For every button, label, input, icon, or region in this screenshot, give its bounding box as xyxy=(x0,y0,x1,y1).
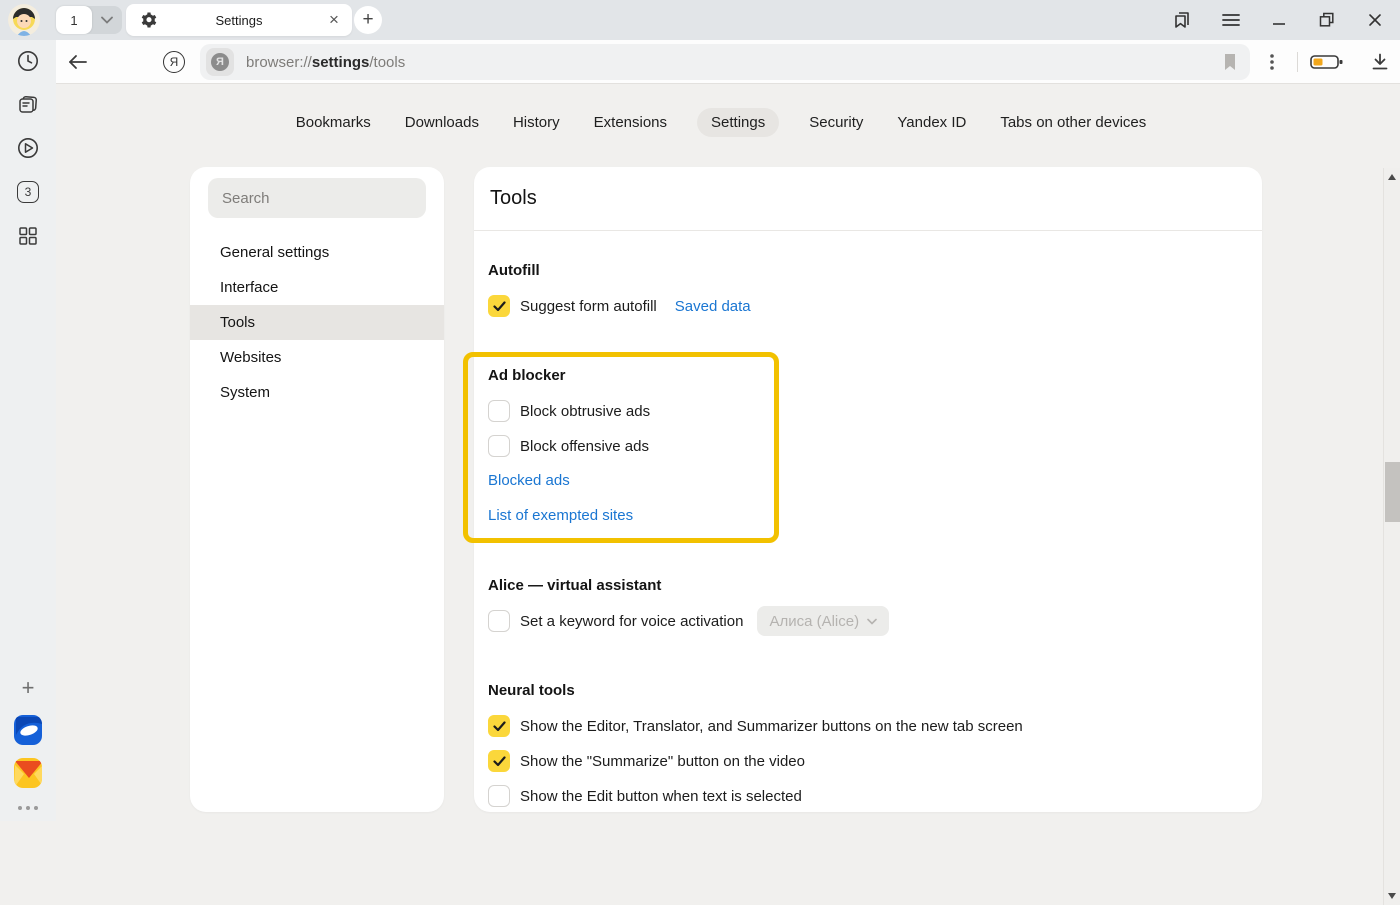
services-grid-icon[interactable] xyxy=(14,222,42,250)
saved-data-link[interactable]: Saved data xyxy=(675,298,751,315)
search-input[interactable] xyxy=(208,178,426,218)
tab-counter-control[interactable]: 1 xyxy=(56,6,122,34)
alice-keyword-label: Set a keyword for voice activation xyxy=(520,613,743,630)
editor-buttons-label: Show the Editor, Translator, and Summari… xyxy=(520,718,1023,735)
exempted-sites-link[interactable]: List of exempted sites xyxy=(488,506,633,526)
title-divider xyxy=(474,230,1262,231)
tab-title: Settings xyxy=(158,13,320,28)
side-rail: 3 + xyxy=(0,40,56,821)
yandex-search-icon[interactable]: Я xyxy=(160,48,188,76)
address-bar[interactable]: Я browser://settings/tools xyxy=(200,44,1250,80)
tools-settings-card: Tools Autofill Suggest form autofill Sav… xyxy=(474,167,1262,812)
scrollbar-down-arrow-icon[interactable] xyxy=(1388,893,1396,899)
block-offensive-checkbox[interactable] xyxy=(488,435,510,457)
block-offensive-label: Block offensive ads xyxy=(520,438,649,455)
block-obtrusive-checkbox[interactable] xyxy=(488,400,510,422)
window-titlebar: 1 Settings × + xyxy=(0,0,1400,40)
video-play-icon[interactable] xyxy=(14,134,42,162)
tab-close-icon[interactable]: × xyxy=(320,6,348,34)
nav-settings[interactable]: Settings xyxy=(697,108,779,137)
page-title: Tools xyxy=(490,167,537,230)
neural-tools-heading: Neural tools xyxy=(488,681,575,701)
adblocker-heading: Ad blocker xyxy=(488,366,566,386)
editor-buttons-checkbox[interactable] xyxy=(488,715,510,737)
site-icon: Я xyxy=(206,48,234,76)
menu-item-general-settings[interactable]: General settings xyxy=(190,235,444,270)
nav-yandex-id[interactable]: Yandex ID xyxy=(893,108,970,137)
nav-security[interactable]: Security xyxy=(805,108,867,137)
menu-item-system[interactable]: System xyxy=(190,375,444,410)
history-clock-icon[interactable] xyxy=(14,47,42,75)
summarize-video-label: Show the "Summarize" button on the video xyxy=(520,753,805,770)
minimize-icon[interactable] xyxy=(1267,8,1291,32)
bookmark-flag-icon[interactable] xyxy=(1220,52,1240,72)
settings-sidebar-card: General settings Interface Tools Website… xyxy=(190,167,444,812)
block-obtrusive-row: Block obtrusive ads xyxy=(488,393,650,429)
autofill-heading: Autofill xyxy=(488,261,540,281)
restore-icon[interactable] xyxy=(1315,8,1339,32)
scrollbar-thumb[interactable] xyxy=(1385,462,1400,522)
edit-button-row: Show the Edit button when text is select… xyxy=(488,778,802,814)
yandex-mail-app-icon[interactable] xyxy=(14,759,42,787)
summarize-video-row: Show the "Summarize" button on the video xyxy=(488,743,805,779)
alice-keyword-checkbox[interactable] xyxy=(488,610,510,632)
alice-avatar[interactable] xyxy=(8,4,40,36)
toolbar-more-icon[interactable] xyxy=(1258,48,1286,76)
feed-icon[interactable] xyxy=(14,91,42,119)
gear-icon xyxy=(140,11,158,29)
scrollbar-up-arrow-icon[interactable] xyxy=(1388,174,1396,180)
menu-item-tools[interactable]: Tools xyxy=(190,305,444,340)
nav-tabs-other-devices[interactable]: Tabs on other devices xyxy=(996,108,1150,137)
editor-buttons-row: Show the Editor, Translator, and Summari… xyxy=(488,708,1023,744)
settings-menu: General settings Interface Tools Website… xyxy=(190,235,444,410)
alice-keyword-row: Set a keyword for voice activation Алиса… xyxy=(488,603,889,639)
back-icon[interactable] xyxy=(64,48,92,76)
settings-page: Bookmarks Downloads History Extensions S… xyxy=(56,84,1400,821)
menu-icon[interactable] xyxy=(1219,8,1243,32)
browser-tab-settings[interactable]: Settings × xyxy=(126,4,352,36)
nav-bookmarks[interactable]: Bookmarks xyxy=(292,108,375,137)
block-offensive-row: Block offensive ads xyxy=(488,428,649,464)
summarize-video-checkbox[interactable] xyxy=(488,750,510,772)
battery-icon[interactable] xyxy=(1307,48,1347,76)
nav-history[interactable]: History xyxy=(509,108,564,137)
suggest-autofill-checkbox[interactable] xyxy=(488,295,510,317)
settings-nav: Bookmarks Downloads History Extensions S… xyxy=(56,106,1386,138)
nav-downloads[interactable]: Downloads xyxy=(401,108,483,137)
bookmarks-panel-icon[interactable] xyxy=(1170,8,1194,32)
menu-item-interface[interactable]: Interface xyxy=(190,270,444,305)
close-icon[interactable] xyxy=(1363,8,1387,32)
downloads-icon[interactable] xyxy=(1366,48,1394,76)
rail-more-icon[interactable] xyxy=(14,794,42,822)
url-text[interactable]: browser://settings/tools xyxy=(246,54,405,71)
alice-heading: Alice — virtual assistant xyxy=(488,576,661,596)
new-tab-button[interactable]: + xyxy=(354,6,382,34)
yandex-disk-app-icon[interactable] xyxy=(14,716,42,744)
toolbar-divider xyxy=(1297,52,1298,72)
browser-toolbar: Я Я browser://settings/tools xyxy=(56,40,1400,84)
blocked-ads-link[interactable]: Blocked ads xyxy=(488,471,570,491)
suggest-autofill-label: Suggest form autofill xyxy=(520,298,657,315)
alice-keyword-dropdown[interactable]: Алиса (Alice) xyxy=(757,606,889,636)
add-panel-icon[interactable]: + xyxy=(14,674,42,702)
edit-button-label: Show the Edit button when text is select… xyxy=(520,788,802,805)
menu-item-websites[interactable]: Websites xyxy=(190,340,444,375)
page-scrollbar[interactable] xyxy=(1383,168,1400,905)
chevron-down-icon[interactable] xyxy=(92,6,122,34)
tabs-count-icon[interactable]: 3 xyxy=(14,178,42,206)
edit-button-checkbox[interactable] xyxy=(488,785,510,807)
tab-counter[interactable]: 1 xyxy=(56,6,92,34)
alice-keyword-dropdown-value: Алиса (Alice) xyxy=(769,613,859,630)
chevron-down-icon xyxy=(867,618,877,625)
nav-extensions[interactable]: Extensions xyxy=(590,108,671,137)
suggest-autofill-row: Suggest form autofill Saved data xyxy=(488,288,751,324)
block-obtrusive-label: Block obtrusive ads xyxy=(520,403,650,420)
